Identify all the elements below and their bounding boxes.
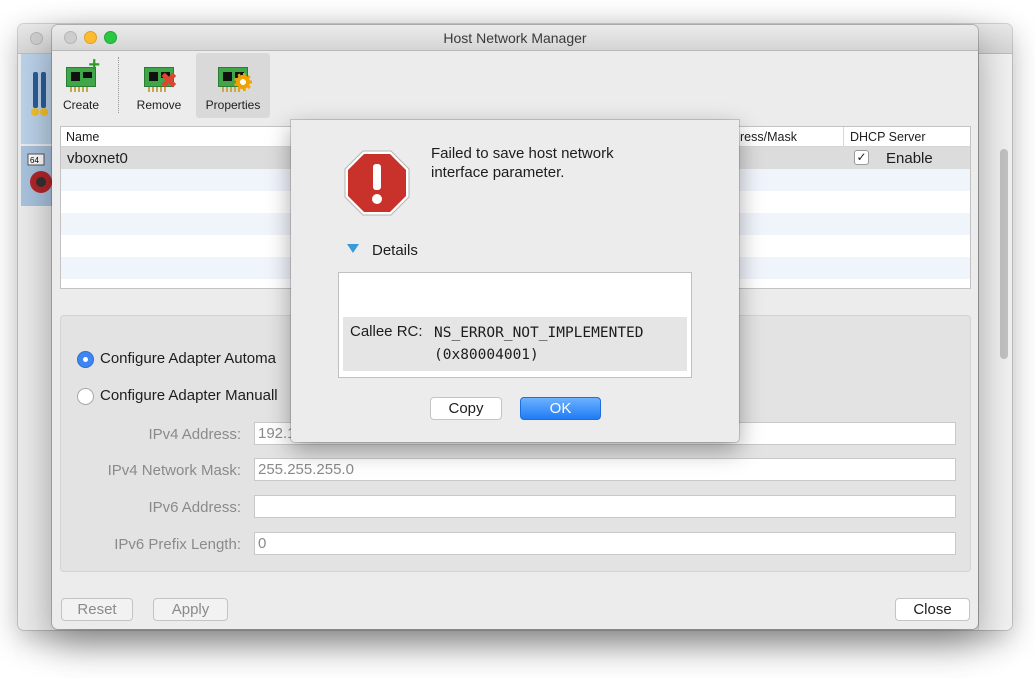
ipv4-mask-field[interactable]: 255.255.255.0 [254,458,956,481]
svg-text:64: 64 [30,156,39,165]
background-tools-item[interactable] [21,54,55,144]
ipv4-address-label: IPv4 Address: [148,426,241,443]
reset-button[interactable]: Reset [61,598,133,621]
window-title: Host Network Manager [443,30,587,46]
properties-label: Properties [205,98,261,112]
create-button[interactable]: + Create [52,53,118,118]
error-dialog: Failed to save host network interface pa… [291,120,739,442]
background-close-icon [30,32,43,45]
background-right-panel [978,54,1012,630]
remove-button[interactable]: ✖ Remove [122,53,196,118]
callee-rc-hex: (0x80004001) [434,347,539,363]
details-label[interactable]: Details [372,242,418,259]
background-scrollbar[interactable] [1000,149,1008,359]
configure-auto-label: Configure Adapter Automa [100,350,276,367]
details-box: Callee RC: NS_ERROR_NOT_IMPLEMENTED (0x8… [338,272,692,378]
apply-button[interactable]: Apply [153,598,228,621]
ipv6-prefix-label: IPv6 Prefix Length: [114,536,241,553]
ipv6-prefix-field[interactable]: 0 [254,532,956,555]
callee-rc-code: NS_ERROR_NOT_IMPLEMENTED [434,325,644,341]
properties-network-icon [214,57,252,95]
copy-button[interactable]: Copy [430,397,502,420]
ipv6-address-label: IPv6 Address: [148,499,241,516]
toolbar-separator [118,57,119,113]
network-name: vboxnet0 [67,150,128,167]
configure-manual-radio[interactable] [77,388,94,405]
column-dhcp-server[interactable]: DHCP Server [850,130,925,144]
callee-rc-label: Callee RC: [350,323,423,340]
dhcp-enable-label: Enable [886,150,933,167]
dhcp-enable-checkbox[interactable]: ✓ [854,150,869,165]
create-network-icon: + [62,55,100,95]
configure-auto-radio[interactable] [77,351,94,368]
ok-button[interactable]: OK [520,397,601,420]
vm-os-icon: 64 [27,153,52,193]
details-disclosure-icon[interactable] [347,244,359,253]
tools-icon [31,72,48,116]
remove-network-icon: ✖ [140,57,178,95]
ipv6-address-field[interactable] [254,495,956,518]
callee-rc-value: NS_ERROR_NOT_IMPLEMENTED (0x80004001) [434,322,644,366]
toolbar: + Create ✖ Remove Properties [52,51,978,121]
titlebar: Host Network Manager [52,25,978,51]
remove-label: Remove [136,98,182,112]
details-entry: Callee RC: NS_ERROR_NOT_IMPLEMENTED (0x8… [343,317,687,371]
stop-error-icon [344,150,410,216]
background-vm-item[interactable]: 64 [21,146,55,206]
column-address-mask[interactable]: ress/Mask [740,130,797,144]
properties-button[interactable]: Properties [196,53,270,118]
column-name[interactable]: Name [66,130,99,144]
ipv4-mask-label: IPv4 Network Mask: [107,462,241,479]
close-button[interactable]: Close [895,598,970,621]
error-message: Failed to save host network interface pa… [431,145,614,181]
configure-manual-label: Configure Adapter Manuall [100,387,278,404]
create-label: Create [62,98,100,112]
